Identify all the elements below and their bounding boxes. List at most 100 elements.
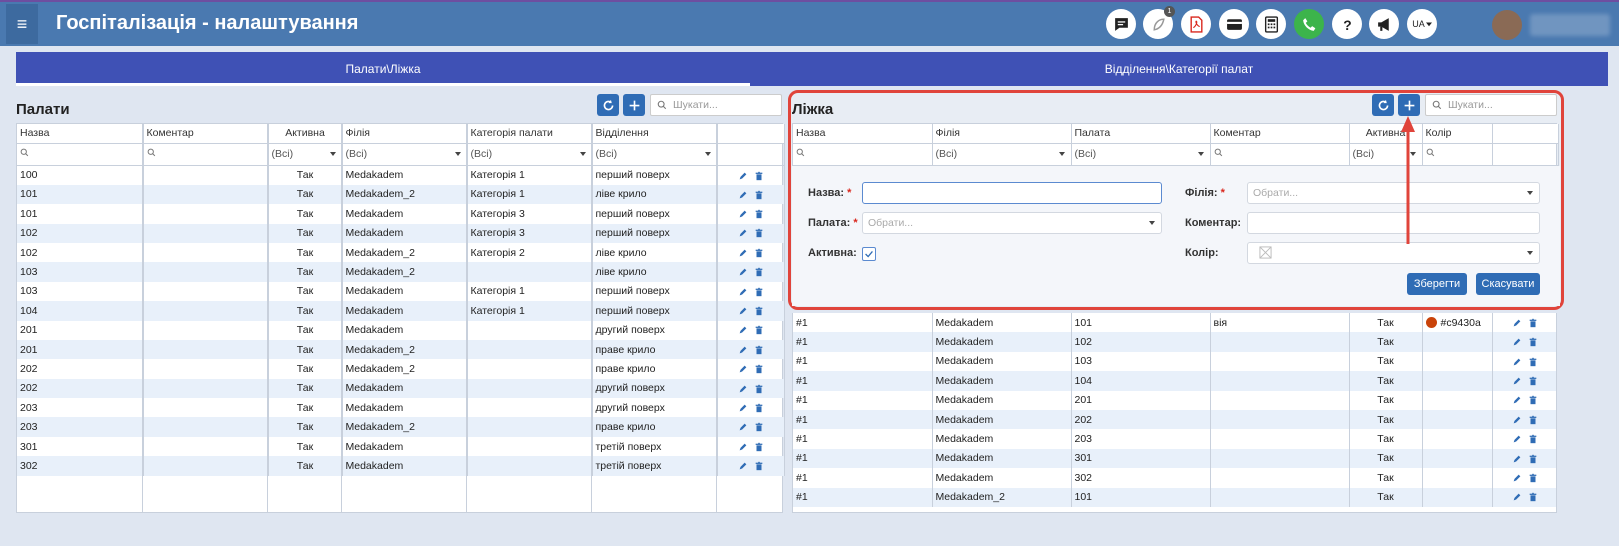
delete-icon[interactable]: [1528, 357, 1538, 367]
filter-branch[interactable]: (Всі): [342, 143, 468, 166]
delete-icon[interactable]: [1528, 454, 1538, 464]
edit-icon[interactable]: [738, 364, 748, 374]
edit-icon[interactable]: [738, 267, 748, 277]
table-row[interactable]: #1 Medakadem 302 Так: [793, 468, 1556, 488]
edit-icon[interactable]: [738, 403, 748, 413]
edit-icon[interactable]: [1512, 376, 1522, 386]
row-actions[interactable]: [717, 417, 785, 437]
beds-refresh-button[interactable]: [1372, 94, 1394, 116]
row-actions[interactable]: [1492, 390, 1556, 410]
table-row[interactable]: #1 Medakadem_2 101 Так: [793, 487, 1556, 507]
table-row[interactable]: 302 Так Medakadem третій поверх: [17, 456, 785, 476]
bed-name-input[interactable]: [862, 182, 1162, 204]
user-name-blurred[interactable]: [1530, 14, 1610, 36]
table-row[interactable]: 202 Так Medakadem_2 праве крило: [17, 359, 785, 379]
delete-icon[interactable]: [1528, 337, 1538, 347]
filter-department[interactable]: (Всі): [592, 143, 718, 166]
delete-icon[interactable]: [754, 403, 764, 413]
edit-icon[interactable]: [738, 228, 748, 238]
delete-icon[interactable]: [754, 306, 764, 316]
rooms-add-button[interactable]: [623, 94, 645, 116]
table-row[interactable]: #1 Medakadem 104 Так: [793, 371, 1556, 391]
table-row[interactable]: 101 Так Medakadem_2 Категорія 1 ліве крило: [17, 184, 785, 205]
delete-icon[interactable]: [1528, 318, 1538, 328]
delete-icon[interactable]: [754, 209, 764, 219]
row-actions[interactable]: [717, 281, 785, 302]
row-actions[interactable]: [717, 339, 785, 360]
edit-icon[interactable]: [1512, 492, 1522, 502]
edit-icon[interactable]: [738, 442, 748, 452]
menu-button[interactable]: ≡: [6, 4, 38, 44]
col-header-branch[interactable]: Філія: [342, 124, 468, 144]
delete-icon[interactable]: [1528, 434, 1538, 444]
col-header-comment[interactable]: Коментар: [143, 124, 269, 144]
edit-icon[interactable]: [1512, 434, 1522, 444]
table-row[interactable]: #1 Medakadem 203 Так: [793, 429, 1556, 449]
beds-col-header-name[interactable]: Назва: [793, 124, 933, 144]
language-select[interactable]: UA: [1407, 9, 1437, 39]
col-header-department[interactable]: Відділення: [592, 124, 718, 144]
delete-icon[interactable]: [1528, 395, 1538, 405]
beds-filter-room[interactable]: (Всі): [1071, 143, 1211, 166]
table-row[interactable]: #1 Medakadem 102 Так: [793, 332, 1556, 352]
row-actions[interactable]: [717, 436, 785, 457]
color-select[interactable]: [1247, 242, 1540, 264]
delete-icon[interactable]: [754, 422, 764, 432]
table-row[interactable]: 301 Так Medakadem третій поверх: [17, 436, 785, 457]
beds-col-header-color[interactable]: Колір: [1422, 124, 1493, 144]
beds-filter-branch[interactable]: (Всі): [932, 143, 1072, 166]
rooms-search-input[interactable]: Шукати...: [650, 94, 782, 116]
row-actions[interactable]: [717, 204, 785, 224]
filter-comment[interactable]: [143, 143, 269, 166]
row-actions[interactable]: [717, 378, 785, 399]
beds-col-header-branch[interactable]: Філія: [932, 124, 1072, 144]
edit-icon[interactable]: [1512, 318, 1522, 328]
table-row[interactable]: #1 Medakadem 103 Так: [793, 351, 1556, 372]
filter-active[interactable]: (Всі): [268, 143, 343, 166]
delete-icon[interactable]: [754, 461, 764, 471]
delete-icon[interactable]: [754, 287, 764, 297]
delete-icon[interactable]: [754, 384, 764, 394]
beds-search-input[interactable]: Шукати...: [1425, 94, 1557, 116]
tab-rooms-beds[interactable]: Палати\Ліжка: [16, 52, 750, 86]
filter-name[interactable]: [17, 143, 144, 166]
cancel-button[interactable]: Скасувати: [1476, 273, 1540, 295]
chat-icon[interactable]: [1106, 9, 1136, 39]
edit-icon[interactable]: [738, 384, 748, 394]
table-row[interactable]: #1 Medakadem 202 Так: [793, 409, 1556, 430]
beds-col-header-comment[interactable]: Коментар: [1210, 124, 1350, 144]
delete-icon[interactable]: [754, 325, 764, 335]
edit-icon[interactable]: [1512, 473, 1522, 483]
edit-icon[interactable]: [1512, 357, 1522, 367]
save-button[interactable]: Зберегти: [1407, 273, 1467, 295]
edit-icon[interactable]: [738, 190, 748, 200]
table-row[interactable]: 102 Так Medakadem_2 Категорія 2 ліве крило: [17, 242, 785, 263]
comment-input[interactable]: [1247, 212, 1540, 234]
row-actions[interactable]: [717, 242, 785, 263]
delete-icon[interactable]: [1528, 473, 1538, 483]
room-select[interactable]: Обрати...: [862, 212, 1162, 234]
rooms-refresh-button[interactable]: [597, 94, 619, 116]
row-actions[interactable]: [717, 320, 785, 340]
row-actions[interactable]: [1492, 313, 1556, 333]
delete-icon[interactable]: [754, 345, 764, 355]
row-actions[interactable]: [717, 184, 785, 205]
col-header-name[interactable]: Назва: [17, 124, 144, 144]
edit-icon[interactable]: [1512, 415, 1522, 425]
edit-icon[interactable]: [738, 287, 748, 297]
beds-col-header-room[interactable]: Палата: [1071, 124, 1211, 144]
active-checkbox[interactable]: [862, 247, 876, 261]
row-actions[interactable]: [717, 359, 785, 379]
delete-icon[interactable]: [754, 190, 764, 200]
table-row[interactable]: 201 Так Medakadem другий поверх: [17, 320, 785, 340]
beds-filter-name[interactable]: [793, 143, 933, 166]
delete-icon[interactable]: [754, 228, 764, 238]
edit-icon[interactable]: [1512, 395, 1522, 405]
row-actions[interactable]: [1492, 429, 1556, 449]
edit-icon[interactable]: [1512, 454, 1522, 464]
edit-icon[interactable]: [738, 325, 748, 335]
row-actions[interactable]: [1492, 409, 1556, 430]
table-row[interactable]: 203 Так Medakadem_2 праве крило: [17, 417, 785, 437]
edit-icon[interactable]: [738, 209, 748, 219]
help-icon[interactable]: ?: [1332, 9, 1362, 39]
